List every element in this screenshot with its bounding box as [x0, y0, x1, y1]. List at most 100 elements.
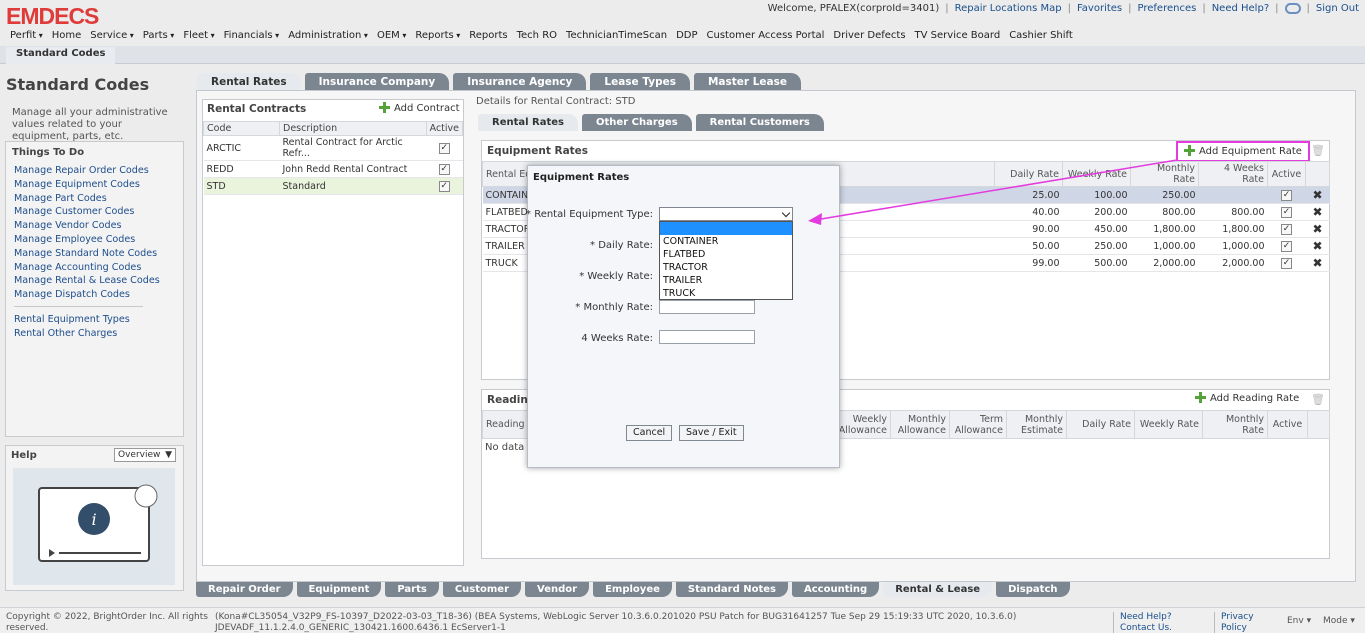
monthly-rate-input[interactable]: [659, 300, 755, 314]
column-header-four-weeks-rate[interactable]: 4 Weeks Rate: [1198, 161, 1268, 187]
repair-locations-map-link[interactable]: Repair Locations Map: [955, 3, 1062, 14]
column-header-active[interactable]: Active: [1267, 410, 1308, 439]
tab-employee[interactable]: Employee: [593, 582, 672, 597]
option-trailer[interactable]: TRAILER: [660, 274, 792, 287]
column-header-monthly-allowance[interactable]: Monthly Allowance: [890, 410, 950, 439]
menu-tech-ro[interactable]: Tech RO: [517, 30, 557, 41]
column-header-weekly-rate[interactable]: Weekly Rate: [1062, 161, 1131, 187]
help-video[interactable]: i: [13, 468, 175, 585]
tab-equipment[interactable]: Equipment: [296, 582, 382, 597]
todo-link-standard-note-codes[interactable]: Manage Standard Note Codes: [14, 247, 183, 261]
tab-customer[interactable]: Customer: [442, 582, 522, 597]
delete-icon[interactable]: ✖: [1305, 254, 1330, 272]
option-flatbed[interactable]: FLATBED: [660, 248, 792, 261]
add-equipment-rate-button[interactable]: Add Equipment Rate: [1176, 141, 1310, 162]
menu-fleet[interactable]: Fleet: [183, 30, 214, 41]
need-help-link[interactable]: Need Help?: [1212, 3, 1269, 14]
tab-standard-notes[interactable]: Standard Notes: [675, 582, 788, 597]
chat-icon[interactable]: [1284, 3, 1301, 14]
active-checkbox[interactable]: ✓: [1281, 207, 1292, 218]
cancel-button[interactable]: Cancel: [626, 425, 673, 441]
link-rental-other-charges[interactable]: Rental Other Charges: [14, 327, 183, 341]
privacy-policy-link[interactable]: Privacy Policy: [1214, 612, 1269, 633]
mode-menu[interactable]: Mode ▾: [1323, 616, 1355, 626]
todo-link-equipment-codes[interactable]: Manage Equipment Codes: [14, 178, 183, 192]
favorites-menu[interactable]: Favorites: [1077, 3, 1122, 14]
active-checkbox[interactable]: ✓: [438, 143, 450, 154]
menu-service[interactable]: Service: [90, 30, 134, 41]
table-row[interactable]: STD Standard ✓: [203, 177, 463, 195]
menu-financials[interactable]: Financials: [224, 30, 280, 41]
delete-icon[interactable]: ✖: [1305, 186, 1330, 204]
save-exit-button[interactable]: Save / Exit: [679, 425, 744, 441]
link-rental-equipment-types[interactable]: Rental Equipment Types: [14, 313, 183, 327]
delete-icon[interactable]: ✖: [1305, 237, 1330, 255]
column-header-active[interactable]: Active: [1267, 161, 1306, 187]
preferences-link[interactable]: Preferences: [1138, 3, 1197, 14]
help-topic-select[interactable]: Overview ▼: [114, 448, 176, 462]
todo-link-vendor-codes[interactable]: Manage Vendor Codes: [14, 219, 183, 233]
todo-link-dispatch-codes[interactable]: Manage Dispatch Codes: [14, 288, 183, 302]
option-truck[interactable]: TRUCK: [660, 287, 792, 300]
tab-insurance-company[interactable]: Insurance Company: [304, 73, 450, 91]
menu-home[interactable]: Home: [52, 30, 82, 41]
table-row[interactable]: ARCTIC Rental Contract for Arctic Refr..…: [203, 135, 463, 161]
active-checkbox[interactable]: ✓: [438, 164, 450, 175]
column-header-description[interactable]: Description: [279, 121, 427, 136]
option-blank[interactable]: [660, 222, 792, 235]
column-header-monthly-estimate[interactable]: Monthly Estimate: [1006, 410, 1067, 439]
delete-icon[interactable]: ✖: [1305, 203, 1330, 221]
active-checkbox[interactable]: ✓: [1281, 224, 1292, 235]
tab-master-lease[interactable]: Master Lease: [693, 73, 802, 91]
tab-rental-customers[interactable]: Rental Customers: [695, 114, 824, 131]
column-header-active[interactable]: Active: [425, 121, 464, 136]
menu-tv-service-board[interactable]: TV Service Board: [915, 30, 1001, 41]
active-checkbox[interactable]: ✓: [1281, 241, 1292, 252]
option-container[interactable]: CONTAINER: [660, 235, 792, 248]
menu-driver-defects[interactable]: Driver Defects: [833, 30, 905, 41]
menu-ddp[interactable]: DDP: [676, 30, 697, 41]
add-reading-rate-button[interactable]: Add Reading Rate: [1195, 392, 1299, 404]
active-checkbox[interactable]: ✓: [1281, 258, 1292, 269]
tab-other-charges[interactable]: Other Charges: [582, 114, 692, 131]
column-header-monthly-rate[interactable]: Monthly Rate: [1130, 161, 1199, 187]
sign-out-link[interactable]: Sign Out: [1316, 3, 1359, 14]
todo-link-part-codes[interactable]: Manage Part Codes: [14, 192, 183, 206]
breadcrumb[interactable]: Standard Codes: [6, 47, 116, 64]
delete-icon[interactable]: ✖: [1305, 220, 1330, 238]
column-header-code[interactable]: Code: [203, 121, 280, 136]
tab-insurance-agency[interactable]: Insurance Agency: [453, 73, 587, 91]
column-header-daily-rate[interactable]: Daily Rate: [1066, 410, 1135, 439]
menu-technician-timescan[interactable]: TechnicianTimeScan: [566, 30, 667, 41]
trash-icon[interactable]: 🗑: [1311, 393, 1325, 406]
table-row[interactable]: REDD John Redd Rental Contract ✓: [203, 160, 463, 178]
column-header-monthly-rate[interactable]: Monthly Rate: [1202, 410, 1268, 439]
todo-link-customer-codes[interactable]: Manage Customer Codes: [14, 205, 183, 219]
rental-equipment-type-select[interactable]: [659, 207, 793, 221]
tab-accounting[interactable]: Accounting: [791, 582, 880, 597]
env-menu[interactable]: Env ▾: [1287, 616, 1311, 626]
tab-lease-types[interactable]: Lease Types: [590, 73, 690, 91]
active-checkbox[interactable]: ✓: [1281, 190, 1292, 201]
todo-link-employee-codes[interactable]: Manage Employee Codes: [14, 233, 183, 247]
todo-link-rental-lease-codes[interactable]: Manage Rental & Lease Codes: [14, 274, 183, 288]
tab-vendor[interactable]: Vendor: [525, 582, 590, 597]
menu-administration[interactable]: Administration: [288, 30, 368, 41]
menu-perfit[interactable]: Perfit: [10, 30, 43, 41]
menu-reports-dropdown[interactable]: Reports: [415, 30, 460, 41]
tab-repair-order[interactable]: Repair Order: [196, 582, 293, 597]
tab-parts[interactable]: Parts: [385, 582, 439, 597]
menu-cashier-shift[interactable]: Cashier Shift: [1009, 30, 1073, 41]
option-tractor[interactable]: TRACTOR: [660, 261, 792, 274]
tab-rental-rates[interactable]: Rental Rates: [197, 73, 301, 91]
menu-customer-access-portal[interactable]: Customer Access Portal: [707, 30, 825, 41]
tab-rental-lease[interactable]: Rental & Lease: [883, 582, 993, 597]
tab-dispatch[interactable]: Dispatch: [996, 582, 1070, 597]
menu-parts[interactable]: Parts: [143, 30, 175, 41]
column-header-daily-rate[interactable]: Daily Rate: [994, 161, 1063, 187]
tab-rental-rates-detail[interactable]: Rental Rates: [478, 114, 579, 131]
menu-oem[interactable]: OEM: [377, 30, 406, 41]
four-weeks-rate-input[interactable]: [659, 330, 755, 344]
trash-icon[interactable]: 🗑: [1311, 144, 1325, 157]
todo-link-repair-order-codes[interactable]: Manage Repair Order Codes: [14, 164, 183, 178]
